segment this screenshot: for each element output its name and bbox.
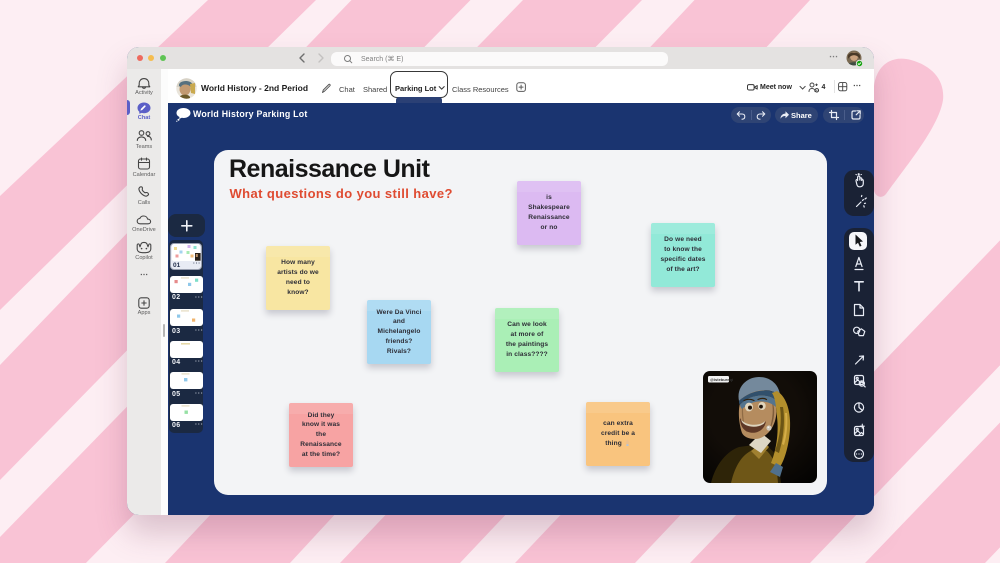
svg-text:@istebureqi: @istebureqi [710,376,733,381]
